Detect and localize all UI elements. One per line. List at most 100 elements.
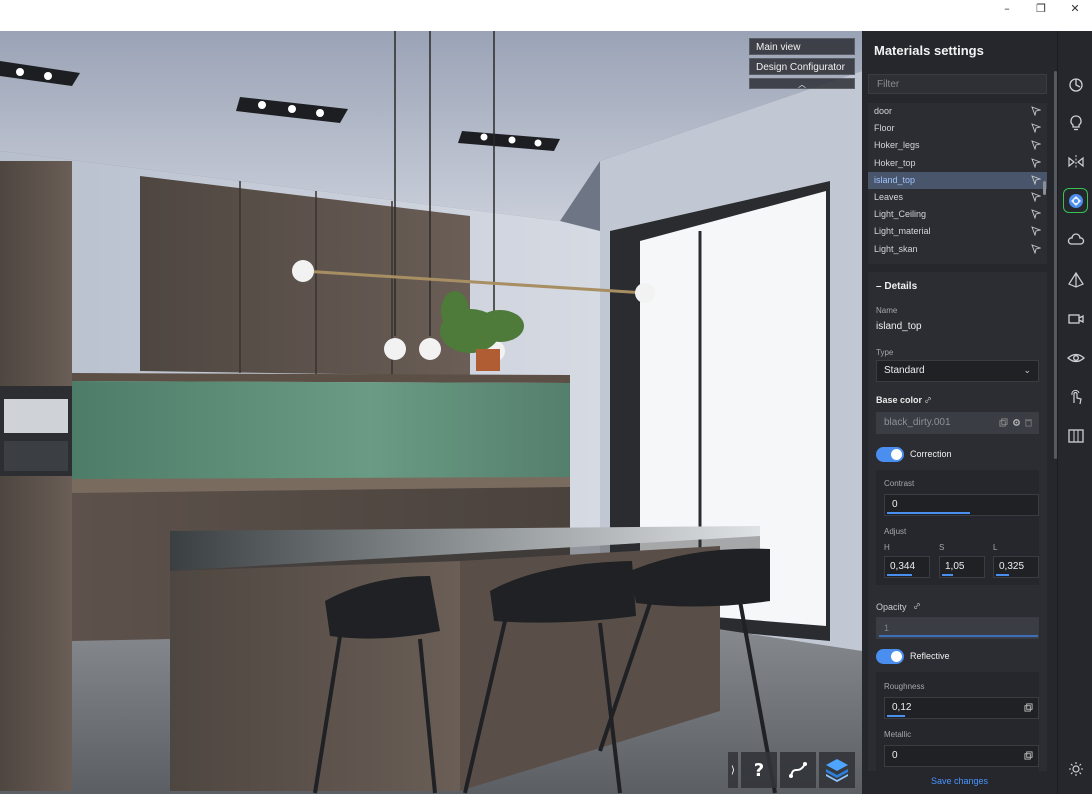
timer-tool-button[interactable] <box>1063 71 1088 96</box>
mirror-tool-button[interactable] <box>1063 149 1088 174</box>
link-icon[interactable] <box>924 396 932 404</box>
camera-tool-button[interactable] <box>1063 306 1088 331</box>
panels-icon <box>1067 428 1084 443</box>
touch-tool-button[interactable] <box>1063 384 1088 409</box>
reflective-toggle[interactable] <box>876 649 904 664</box>
sun-settings-tool-button[interactable] <box>1063 756 1088 781</box>
material-list-item[interactable]: Light_skan <box>868 241 1047 258</box>
copy-icon[interactable] <box>999 418 1008 427</box>
material-name: Light_skan <box>874 243 918 254</box>
restore-button[interactable]: ❐ <box>1024 0 1058 16</box>
pick-material-icon[interactable] <box>1031 106 1041 116</box>
material-list-item[interactable]: Hoker_top <box>868 155 1047 172</box>
metallic-texture-icon[interactable] <box>1024 751 1033 760</box>
name-value: island_top <box>876 321 922 332</box>
chevron-down-icon: ⌄ <box>1023 366 1031 376</box>
main-view-button[interactable]: Main view <box>749 38 855 55</box>
contrast-input[interactable]: 0 <box>884 494 1039 516</box>
pick-material-icon[interactable] <box>1031 123 1041 134</box>
eye-icon <box>1066 353 1085 362</box>
material-list-item[interactable]: Floor <box>868 120 1047 137</box>
save-changes-button[interactable]: Save changes <box>862 771 1057 794</box>
eye-tool-button[interactable] <box>1063 345 1088 370</box>
help-button[interactable]: ? <box>741 752 777 788</box>
design-configurator-button[interactable]: Design Configurator <box>749 58 855 75</box>
material-name: door <box>874 106 893 116</box>
lightness-input[interactable]: 0,325 <box>993 556 1039 578</box>
pick-material-icon[interactable] <box>1031 243 1041 254</box>
kitchen-render <box>0 31 862 794</box>
lightbulb-icon <box>1069 114 1082 130</box>
pick-material-icon[interactable] <box>1031 192 1041 202</box>
adjust-label: Adjust <box>884 527 907 536</box>
pick-material-icon[interactable] <box>1031 174 1041 185</box>
panel-title: Materials settings <box>874 43 984 58</box>
base-color-field[interactable]: black_dirty.001 <box>876 412 1039 434</box>
texture-icon[interactable] <box>1024 703 1033 712</box>
base-color-label: Base color <box>876 395 923 405</box>
correction-block: Contrast 0 Adjust H S L 0,344 1,05 0,325 <box>876 470 1039 585</box>
roughness-label: Roughness <box>884 682 925 691</box>
path-tool-button[interactable] <box>780 752 816 788</box>
panels-tool-button[interactable] <box>1063 423 1088 448</box>
path-icon <box>789 762 807 778</box>
hue-input[interactable]: 0,344 <box>884 556 930 578</box>
minimize-button[interactable]: – <box>990 0 1024 16</box>
list-scrollbar[interactable] <box>1043 181 1046 195</box>
roughness-input[interactable]: 0,12 <box>884 697 1039 719</box>
opacity-input[interactable]: 1 <box>876 617 1039 639</box>
material-list-item[interactable]: Light_material <box>868 223 1047 240</box>
material-list-item[interactable]: door <box>868 103 1047 120</box>
opacity-link-icon[interactable] <box>913 602 921 610</box>
type-label: Type <box>876 348 894 357</box>
3d-viewport[interactable]: Main view Design Configurator ︿ ⟩ ? <box>0 31 862 794</box>
filter-input[interactable] <box>868 74 1047 94</box>
roughness-slider-fill <box>887 715 905 717</box>
tool-sidebar <box>1057 31 1092 794</box>
materials-list: door Floor Hoker_legs Hoker_top island_top Le… <box>868 103 1047 264</box>
saturation-input[interactable]: 1,05 <box>939 556 985 578</box>
correction-toggle[interactable] <box>876 447 904 462</box>
pick-material-icon[interactable] <box>1031 209 1041 220</box>
pick-material-icon[interactable] <box>1031 226 1041 237</box>
expand-toolbar-button[interactable]: ⟩ <box>728 752 738 788</box>
close-button[interactable]: ✕ <box>1058 0 1092 16</box>
bottom-toolbar: ⟩ ? <box>728 752 855 788</box>
opacity-slider-fill <box>879 635 1038 637</box>
material-list-item[interactable]: Hoker_legs <box>868 137 1047 154</box>
materials-tool-button[interactable] <box>1063 188 1088 213</box>
cloud-tool-button[interactable] <box>1063 227 1088 252</box>
type-select[interactable]: Standard ⌄ <box>876 360 1039 382</box>
material-list-item[interactable]: Light_Ceiling <box>868 206 1047 223</box>
title-bar: – ❐ ✕ <box>0 0 1092 31</box>
view-menu: Main view Design Configurator ︿ <box>749 38 855 89</box>
metallic-label: Metallic <box>884 730 912 739</box>
pick-material-icon[interactable] <box>1031 157 1041 168</box>
perspective-icon <box>1067 271 1084 288</box>
cloud-icon <box>1067 232 1084 245</box>
material-name: Hoker_top <box>874 157 916 168</box>
saturation-slider-fill <box>942 574 953 576</box>
collapse-views-button[interactable]: ︿ <box>749 78 855 89</box>
materials-icon <box>1068 193 1083 208</box>
timer-icon <box>1068 77 1083 92</box>
app-logo-button[interactable] <box>819 752 855 788</box>
materials-panel: Materials settings door Floor Hoker_legs Ho… <box>862 31 1057 794</box>
opacity-label: Opacity <box>876 602 907 612</box>
pick-material-icon[interactable] <box>1031 140 1041 151</box>
contrast-slider-fill <box>887 512 970 514</box>
lightness-slider-fill <box>996 574 1009 576</box>
material-name: Leaves <box>874 191 904 202</box>
perspective-tool-button[interactable] <box>1063 267 1088 292</box>
contrast-label: Contrast <box>884 479 915 488</box>
material-name: Light_material <box>874 226 931 237</box>
gear-icon[interactable] <box>1012 418 1021 427</box>
lightbulb-tool-button[interactable] <box>1063 110 1088 135</box>
metallic-input[interactable]: 0 <box>884 745 1039 767</box>
correction-label: Correction <box>910 449 952 459</box>
material-list-item[interactable]: island_top <box>868 171 1047 189</box>
details-header[interactable]: – Details <box>876 281 917 292</box>
material-list-item[interactable]: Leaves <box>868 189 1047 206</box>
material-name: Light_Ceiling <box>874 209 927 220</box>
trash-icon[interactable] <box>1024 418 1033 427</box>
